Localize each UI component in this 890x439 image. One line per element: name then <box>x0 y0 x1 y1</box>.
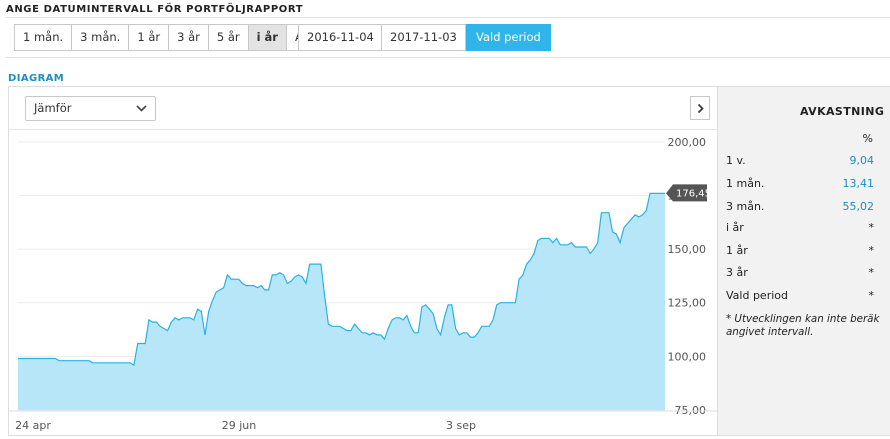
divider <box>9 129 717 130</box>
return-row: 3 år * <box>726 266 874 281</box>
x-tick-label: 29 jun <box>222 419 257 432</box>
chevron-right-icon <box>697 103 704 114</box>
range-button-3m[interactable]: 3 mån. <box>72 24 130 51</box>
return-row: 1 år * <box>726 244 874 259</box>
from-date-input[interactable]: 2016-11-04 <box>298 24 382 51</box>
return-label: 3 mån. <box>726 200 765 213</box>
returns-panel: AVKASTNING % 1 v. 9,04 1 mån. 13,41 3 må… <box>718 86 890 436</box>
return-label: 1 år <box>726 244 748 257</box>
diagram-title: DIAGRAM <box>8 73 65 84</box>
return-row: Vald period * <box>726 289 874 304</box>
footnote-line: * Utvecklingen kan inte beräk <box>726 313 880 325</box>
return-value[interactable]: 55,02 <box>843 200 875 213</box>
range-button-5y[interactable]: 5 år <box>208 24 249 51</box>
chart: 75,00100,00125,00150,00175,00200,00176,4… <box>9 136 719 432</box>
return-value: * <box>868 244 875 257</box>
percent-header: % <box>862 132 873 145</box>
selected-period-button[interactable]: Vald period <box>466 24 551 51</box>
return-value[interactable]: 13,41 <box>843 177 875 190</box>
returns-title: AVKASTNING <box>800 105 885 118</box>
section-title: ANGE DATUMINTERVALL FÖR PORTFÖLJRAPPORT <box>6 4 304 15</box>
y-tick-label: 150,00 <box>668 243 707 256</box>
y-tick-label: 125,00 <box>668 297 707 310</box>
chevron-down-icon <box>136 105 147 112</box>
area-fill <box>18 193 665 410</box>
return-label: 1 v. <box>726 154 746 167</box>
chart-panel: 75,00100,00125,00150,00175,00200,00176,4… <box>8 86 719 436</box>
last-value-label: 176,45 <box>676 188 711 199</box>
divider <box>6 57 890 58</box>
expand-panel-button[interactable] <box>690 96 710 120</box>
date-range: 2016-11-04 2017-11-03 Vald period <box>298 24 551 51</box>
y-tick-label: 100,00 <box>668 350 707 363</box>
range-selector: 1 mån. 3 mån. 1 år 3 år 5 år i år Allt <box>14 24 323 51</box>
return-value: * <box>868 289 875 302</box>
return-label: Vald period <box>726 289 788 302</box>
return-label: 3 år <box>726 266 748 279</box>
return-value: * <box>868 266 875 279</box>
x-tick-label: 3 sep <box>446 419 476 432</box>
return-label: 1 mån. <box>726 177 765 190</box>
to-date-input[interactable]: 2017-11-03 <box>382 24 466 51</box>
footnote-line: angivet intervall. <box>726 326 814 338</box>
range-button-3y[interactable]: 3 år <box>169 24 209 51</box>
footnote: * Utvecklingen kan inte beräk angivet in… <box>726 313 890 339</box>
compare-select-label: Jämför <box>34 101 72 115</box>
range-button-ytd[interactable]: i år <box>248 24 287 51</box>
x-tick-label: 24 apr <box>15 419 51 432</box>
return-value: * <box>868 221 875 234</box>
range-button-1y[interactable]: 1 år <box>129 24 170 51</box>
return-value[interactable]: 9,04 <box>850 154 875 167</box>
range-button-1m[interactable]: 1 mån. <box>14 24 73 51</box>
return-row: 3 mån. 55,02 <box>726 200 874 215</box>
divider <box>6 17 890 18</box>
return-row: 1 v. 9,04 <box>726 154 874 169</box>
return-row: 1 mån. 13,41 <box>726 177 874 192</box>
compare-select[interactable]: Jämför <box>25 96 156 121</box>
y-tick-label: 200,00 <box>668 136 707 149</box>
return-row: i år * <box>726 221 874 236</box>
return-label: i år <box>726 221 744 234</box>
